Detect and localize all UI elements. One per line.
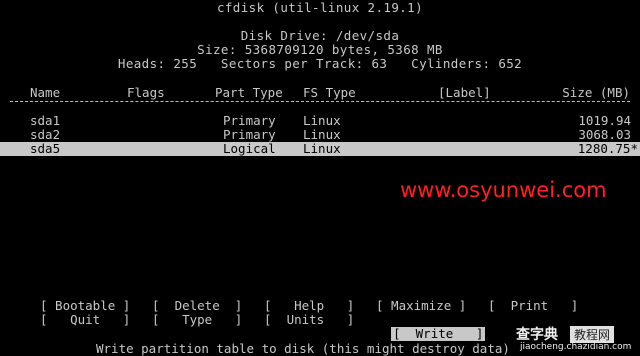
column-header-label: [Label] (438, 85, 491, 100)
disk-geometry-label: Heads: 255 Sectors per Track: 63 Cylinde… (117, 56, 523, 71)
maximize-button[interactable]: [ Maximize ] (376, 299, 466, 313)
logo-badge: 教程网 (570, 326, 615, 343)
partition-type: Primary (223, 113, 276, 128)
write-button-label: [ Write ] (391, 326, 486, 341)
units-button[interactable]: [ Units ] (264, 313, 354, 327)
partition-fs-type: Linux (303, 113, 341, 128)
partition-fs-type: Linux (303, 141, 341, 156)
bootable-button[interactable]: [ Bootable ] (40, 299, 130, 313)
table-separator (10, 101, 630, 102)
status-message: Write partition table to disk (this migh… (96, 341, 510, 356)
type-button[interactable]: [ Type ] (152, 313, 242, 327)
site-logo: 查字典 教程网 jiaocheng.chazidian.com (510, 324, 636, 354)
partition-type: Primary (223, 127, 276, 142)
logo-text: 查字典 (516, 327, 558, 343)
app-title: cfdisk (util-linux 2.19.1) (216, 0, 424, 15)
partition-name: sda1 (30, 113, 61, 128)
delete-button[interactable]: [ Delete ] (152, 299, 242, 313)
logo-url: jiaocheng.chazidian.com (520, 342, 632, 352)
column-header-flags: Flags (127, 85, 165, 100)
disk-size-label: Size: 5368709120 bytes, 5368 MB (197, 42, 443, 57)
partition-fs-type: Linux (303, 127, 341, 142)
partition-name: sda2 (30, 127, 61, 142)
column-header-size: Size (MB) (562, 85, 630, 100)
quit-button[interactable]: [ Quit ] (40, 313, 130, 327)
column-header-part-type: Part Type (215, 85, 283, 100)
partition-type: Logical (223, 141, 276, 156)
partition-row-sda5[interactable]: sda5 Logical Linux 1280.75* (0, 142, 640, 156)
column-header-fs-type: FS Type (303, 85, 356, 100)
column-header-name: Name (30, 85, 61, 100)
watermark-text: www.osyunwei.com (400, 178, 607, 202)
partition-size: 1019.94 (578, 113, 631, 128)
partition-name: sda5 (30, 141, 61, 156)
help-button[interactable]: [ Help ] (264, 299, 354, 313)
partition-row-sda1[interactable]: sda1 Primary Linux 1019.94 (0, 114, 640, 128)
partition-row-sda2[interactable]: sda2 Primary Linux 3068.03 (0, 128, 640, 142)
disk-drive-label: Disk Drive: /dev/sda (240, 28, 400, 43)
partition-size: 1280.75* (577, 141, 638, 156)
partition-size: 3068.03 (578, 127, 631, 142)
write-button[interactable]: [ Write ] (376, 313, 486, 341)
print-button[interactable]: [ Print ] (488, 299, 578, 313)
